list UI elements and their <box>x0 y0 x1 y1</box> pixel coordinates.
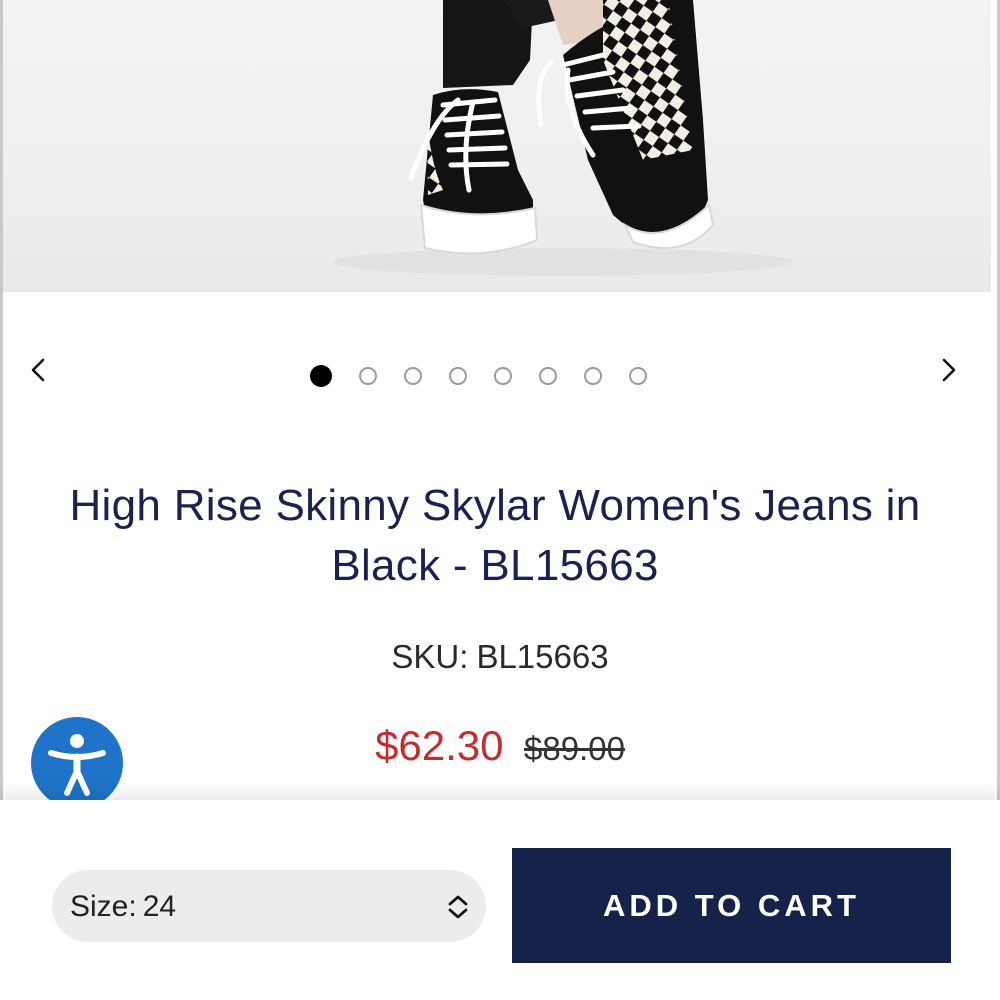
size-select[interactable]: Size: 24 <box>52 870 486 942</box>
carousel-next-button[interactable] <box>931 352 967 388</box>
carousel-pagination <box>310 365 647 389</box>
product-title: High Rise Skinny Skylar Women's Jeans in… <box>69 481 921 590</box>
product-photo-illustration <box>333 0 793 276</box>
chevron-right-icon <box>942 358 956 382</box>
carousel-dot[interactable] <box>310 365 332 387</box>
chevron-left-icon <box>31 358 45 382</box>
carousel-prev-button[interactable] <box>20 352 56 388</box>
carousel-dot[interactable] <box>539 367 557 385</box>
size-select-label: Size: <box>70 890 137 923</box>
carousel-dot[interactable] <box>449 367 467 385</box>
sort-chevrons-icon <box>448 895 468 919</box>
product-sku: SKU: BL15663 <box>0 638 1000 676</box>
carousel-dot[interactable] <box>359 367 377 385</box>
sale-price: $62.30 <box>375 722 504 769</box>
product-prices: $62.30 $89.00 <box>0 722 1000 770</box>
add-to-cart-button[interactable]: ADD TO CART <box>512 848 951 963</box>
sku-label: SKU: <box>391 638 469 675</box>
carousel-dot[interactable] <box>629 367 647 385</box>
size-select-value: 24 <box>142 890 177 923</box>
original-price: $89.00 <box>523 730 625 767</box>
carousel-dot[interactable] <box>584 367 602 385</box>
size-select-text: Size: 24 <box>70 890 176 924</box>
sku-value: BL15663 <box>476 638 609 675</box>
sticky-purchase-bar: Size: 24 ADD TO CART <box>0 800 1000 1000</box>
accessibility-person-icon <box>48 734 106 796</box>
carousel-dot[interactable] <box>494 367 512 385</box>
accessibility-button[interactable] <box>31 717 123 809</box>
carousel-dot[interactable] <box>404 367 422 385</box>
product-image[interactable] <box>3 0 991 292</box>
